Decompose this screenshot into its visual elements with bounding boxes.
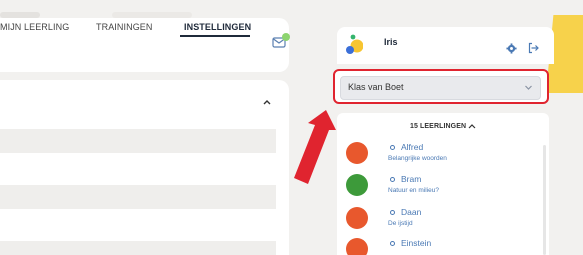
student-name: Alfred — [401, 142, 424, 152]
nav-item-trainingen[interactable]: TRAININGEN — [96, 22, 153, 32]
active-tab-indicator — [180, 35, 250, 37]
red-arrow-annotation — [294, 110, 336, 184]
status-indicator — [390, 241, 395, 246]
class-select-value: Klas van Boet — [348, 82, 404, 92]
logout-icon[interactable] — [527, 42, 539, 54]
app-logo — [346, 34, 363, 54]
settings-row[interactable] — [0, 241, 276, 255]
gear-icon[interactable] — [506, 43, 517, 54]
settings-row[interactable] — [0, 129, 276, 153]
nav-item-instellingen[interactable]: INSTELLINGEN — [184, 22, 251, 32]
settings-panel — [0, 80, 289, 255]
user-name: Iris — [384, 37, 398, 47]
status-indicator — [390, 177, 395, 182]
chevron-up-icon[interactable] — [262, 98, 272, 106]
scrollbar[interactable] — [543, 145, 546, 255]
student-name: Daan — [401, 207, 422, 217]
student-item-alfred[interactable]: Alfred Belangrijke woorden — [346, 142, 536, 170]
notification-badge — [282, 33, 290, 41]
student-item-daan[interactable]: Daan De ijstijd — [346, 207, 536, 235]
student-subtitle: De ijstijd — [388, 220, 413, 227]
chevron-up-icon[interactable] — [468, 123, 476, 129]
student-name: Bram — [401, 174, 422, 184]
chevron-down-icon[interactable] — [524, 84, 533, 91]
avatar — [346, 207, 368, 229]
student-item-bram[interactable]: Bram Natuur en milieu? — [346, 174, 536, 202]
user-header — [337, 27, 554, 64]
avatar — [346, 238, 368, 255]
student-subtitle: Belangrijke woorden — [388, 155, 447, 162]
settings-row[interactable] — [0, 185, 276, 209]
student-item-einstein[interactable]: Einstein — [346, 238, 536, 255]
status-indicator — [390, 210, 395, 215]
student-name: Einstein — [401, 238, 432, 248]
student-subtitle: Natuur en milieu? — [388, 187, 439, 194]
avatar — [346, 174, 368, 196]
avatar — [346, 142, 368, 164]
nav-item-mijn-leerling[interactable]: MIJN LEERLING — [0, 22, 69, 32]
students-count-header[interactable]: 15 LEERLINGEN — [410, 123, 466, 130]
status-indicator — [390, 145, 395, 150]
